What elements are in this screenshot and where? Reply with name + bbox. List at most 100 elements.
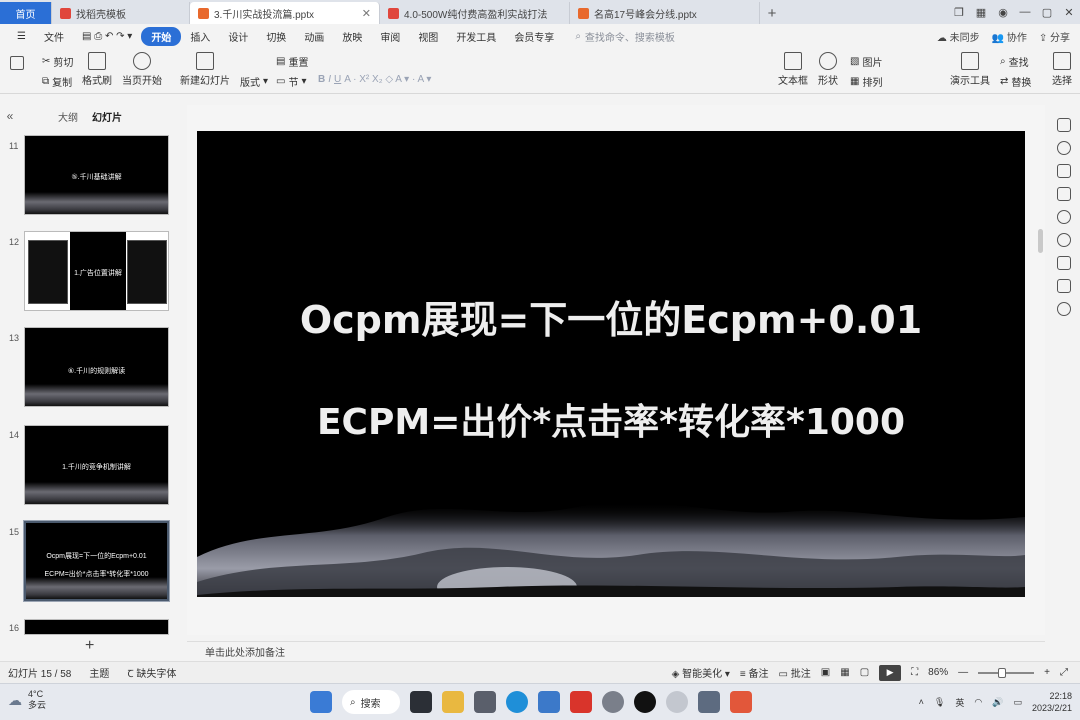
rocket-icon[interactable] bbox=[1057, 118, 1071, 132]
weather-widget[interactable]: ☁ 4°C 多云 bbox=[8, 689, 46, 711]
close-window-icon[interactable]: ✕ bbox=[1058, 6, 1080, 19]
tab-outline[interactable]: 大纲 bbox=[58, 109, 78, 124]
paste-button[interactable] bbox=[10, 56, 24, 70]
menu-home[interactable]: 开始 bbox=[141, 26, 182, 46]
tab-document[interactable]: 名高17号峰会分线.pptx bbox=[570, 2, 760, 24]
find-button[interactable]: ⌕ 查找 bbox=[1000, 54, 1029, 69]
quick-access-icons[interactable]: ▤ ⎙ ↶ ↷ ▾ bbox=[73, 31, 141, 42]
language-indicator[interactable]: 英 bbox=[955, 696, 964, 709]
theme-label[interactable]: 主题 bbox=[71, 665, 109, 680]
wifi-icon[interactable]: ◠ bbox=[974, 697, 982, 708]
notes-toggle[interactable]: ≡ 备注 bbox=[740, 665, 769, 680]
picture-button[interactable]: ▧ 图片 bbox=[850, 54, 882, 69]
layout-icon[interactable]: ▦ bbox=[970, 6, 992, 19]
menu-insert[interactable]: 插入 bbox=[181, 29, 219, 44]
zoom-fit-icon[interactable]: ⛶ bbox=[911, 667, 918, 678]
ppt-icon[interactable] bbox=[730, 691, 752, 713]
slide-thumbnail[interactable]: 1.千川的竞争机制讲解 bbox=[24, 425, 169, 505]
transition-icon[interactable] bbox=[1057, 210, 1071, 224]
app-icon[interactable] bbox=[474, 691, 496, 713]
battery-icon[interactable]: ▭ bbox=[1013, 697, 1022, 708]
new-slide-button[interactable]: 新建幻灯片 bbox=[180, 52, 230, 87]
layout-dropdown[interactable]: 版式 ▾ bbox=[240, 74, 268, 89]
slide-text-line2[interactable]: ECPM=出价*点击率*转化率*1000 bbox=[197, 393, 1025, 445]
edge-icon[interactable] bbox=[506, 691, 528, 713]
presenter-tools-button[interactable]: 演示工具 bbox=[950, 52, 990, 87]
menu-design[interactable]: 设计 bbox=[219, 29, 257, 44]
zoom-in-icon[interactable]: + bbox=[1044, 667, 1050, 678]
slide-text-line1[interactable]: Ocpm展现=下一位的Ecpm+0.01 bbox=[197, 289, 1025, 344]
slide-thumbnail[interactable]: ⑤.千川基础讲解 bbox=[24, 135, 169, 215]
slide-thumbnail[interactable]: ⑥.千川的规则解读 bbox=[24, 327, 169, 407]
font-format-buttons[interactable]: B I U A · X² X₂ ◇ A ▾ · A ▾ bbox=[318, 74, 431, 85]
taskbar-search[interactable]: ⌕ 搜索 bbox=[342, 690, 400, 714]
menu-slideshow[interactable]: 放映 bbox=[333, 29, 371, 44]
textbox-button[interactable]: 文本框 bbox=[778, 52, 808, 87]
app-icon[interactable] bbox=[666, 691, 688, 713]
missing-fonts-button[interactable]: Ꞇ 缺失字体 bbox=[109, 665, 176, 680]
menu-transition[interactable]: 切换 bbox=[257, 29, 295, 44]
menu-view[interactable]: 视图 bbox=[409, 29, 447, 44]
collab-button[interactable]: 👥 协作 bbox=[992, 29, 1027, 44]
clock[interactable]: 22:18 2023/2/21 bbox=[1032, 690, 1072, 714]
play-slideshow-button[interactable]: ▶ bbox=[879, 664, 902, 681]
zoom-out-icon[interactable]: — bbox=[958, 667, 968, 678]
magic-icon[interactable] bbox=[1057, 164, 1071, 178]
tab-document[interactable]: 4.0-500W纯付费高盈利实战打法 bbox=[380, 2, 570, 24]
task-view-icon[interactable] bbox=[410, 691, 432, 713]
microphone-icon[interactable]: 🎙 bbox=[934, 697, 945, 708]
select-button[interactable]: 选择 bbox=[1052, 52, 1072, 87]
chevron-up-icon[interactable]: ˄ bbox=[919, 697, 924, 707]
menu-review[interactable]: 审阅 bbox=[371, 29, 409, 44]
animation-icon[interactable] bbox=[1057, 187, 1071, 201]
minimize-icon[interactable]: — bbox=[1014, 6, 1036, 18]
current-slide[interactable]: Ocpm展现=下一位的Ecpm+0.01 ECPM=出价*点击率*转化率*100… bbox=[197, 131, 1025, 597]
menu-file[interactable]: 文件 bbox=[35, 29, 73, 44]
menu-animation[interactable]: 动画 bbox=[295, 29, 333, 44]
new-tab-button[interactable]: + bbox=[760, 2, 784, 24]
cut-button[interactable]: ✂ 剪切 bbox=[42, 54, 73, 69]
copy-button[interactable]: ⧉ 复制 bbox=[42, 74, 72, 89]
book-icon[interactable] bbox=[1057, 256, 1071, 270]
volume-icon[interactable]: 🔊 bbox=[992, 697, 1003, 708]
chrome-icon[interactable] bbox=[602, 691, 624, 713]
hamburger-menu-icon[interactable]: ☰ bbox=[8, 31, 35, 42]
maximize-icon[interactable]: ▢ bbox=[1036, 6, 1058, 19]
sync-button[interactable]: ☁ 未同步 bbox=[937, 29, 980, 44]
location-icon[interactable] bbox=[1057, 233, 1071, 247]
wps-icon[interactable] bbox=[570, 691, 592, 713]
command-search[interactable]: ⌕ 查找命令、搜索模板 bbox=[575, 29, 675, 44]
normal-view-icon[interactable]: ▣ bbox=[821, 667, 830, 678]
tab-home[interactable]: 首页 bbox=[0, 2, 52, 24]
settings-sliders-icon[interactable] bbox=[1057, 141, 1071, 155]
file-explorer-icon[interactable] bbox=[442, 691, 464, 713]
zoom-slider[interactable] bbox=[978, 667, 1035, 678]
tab-slides[interactable]: 幻灯片 bbox=[92, 109, 122, 124]
play-from-current-button[interactable]: 当页开始 bbox=[122, 52, 162, 87]
menu-developer[interactable]: 开发工具 bbox=[447, 29, 505, 44]
menu-member[interactable]: 会员专享 bbox=[505, 29, 563, 44]
cube-icon[interactable] bbox=[1057, 279, 1071, 293]
zoom-level[interactable]: 86% bbox=[928, 667, 948, 678]
notes-area[interactable]: 单击此处添加备注 bbox=[187, 641, 1045, 661]
zoom-slider-knob[interactable] bbox=[998, 667, 1007, 678]
avatar[interactable]: ◉ bbox=[992, 6, 1014, 19]
add-slide-button[interactable]: + bbox=[85, 637, 94, 655]
app-icon[interactable] bbox=[698, 691, 720, 713]
restore-icon[interactable]: ❐ bbox=[948, 6, 970, 19]
tab-document-active[interactable]: 3.千川实战投流篇.pptx ✕ bbox=[190, 2, 380, 24]
fit-window-icon[interactable]: ⤢ bbox=[1060, 667, 1068, 678]
collapse-pane-icon[interactable]: « bbox=[0, 109, 20, 123]
store-icon[interactable] bbox=[538, 691, 560, 713]
share-button[interactable]: ⇪ 分享 bbox=[1039, 29, 1070, 44]
format-painter-button[interactable]: 格式刷 bbox=[82, 52, 112, 87]
comments-toggle[interactable]: ▭ 批注 bbox=[779, 665, 811, 680]
section-dropdown[interactable]: ▭ 节 ▾ bbox=[276, 74, 306, 89]
sorter-view-icon[interactable]: ▦ bbox=[840, 667, 849, 678]
reading-view-icon[interactable]: ▢ bbox=[860, 667, 869, 678]
slide-thumbnail[interactable]: 1.广告位置讲解 bbox=[24, 231, 169, 311]
tab-template[interactable]: 找稻壳模板 bbox=[52, 2, 190, 24]
slide-thumbnail-selected[interactable]: Ocpm展现=下一位的Ecpm+0.01 ECPM=出价*点击率*转化率*100… bbox=[23, 520, 170, 602]
help-icon[interactable] bbox=[1057, 302, 1071, 316]
reset-button[interactable]: ▤ 重置 bbox=[276, 54, 308, 69]
